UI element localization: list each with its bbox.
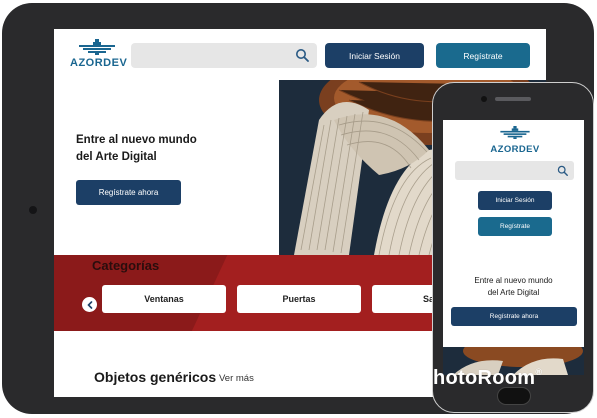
brand-logo[interactable]: AZORDEV <box>70 39 128 69</box>
mobile-hero-title-line1: Entre al nuevo mundo <box>474 276 553 285</box>
phone-speaker <box>495 97 531 101</box>
objects-section-title: Objetos genéricos <box>94 369 217 385</box>
logo-mark-icon <box>500 126 530 139</box>
category-card-windows[interactable]: Ventanas <box>102 285 226 313</box>
mobile-hero-title: Entre al nuevo mundo del Arte Digital <box>453 275 574 299</box>
watermark-text: hotoRoom <box>433 367 536 389</box>
brand-name: AZORDEV <box>70 57 128 69</box>
chevron-left-icon <box>86 300 92 309</box>
search-icon[interactable] <box>295 48 309 62</box>
logo-mark-icon <box>79 39 115 55</box>
site-header: AZORDEV Iniciar Sesión Regístrate <box>54 29 546 80</box>
mobile-brand-logo[interactable]: AZORDEV <box>488 124 542 155</box>
categories-title: Categorías <box>92 258 160 273</box>
registered-mark: ® <box>535 367 543 377</box>
see-more-link[interactable]: Ver más <box>219 373 254 384</box>
tablet-camera <box>29 206 37 214</box>
search-icon[interactable] <box>557 165 568 176</box>
phone-camera <box>481 96 487 102</box>
mobile-search-input[interactable] <box>455 161 574 180</box>
phone-device-frame: AZORDEV Iniciar Sesión Regístrate Entre … <box>432 82 594 413</box>
hero-title-line2: del Arte Digital <box>76 151 157 163</box>
mobile-login-button[interactable]: Iniciar Sesión <box>478 191 552 210</box>
category-card-doors[interactable]: Puertas <box>237 285 361 313</box>
hero-title-line1: Entre al nuevo mundo <box>76 134 197 146</box>
mobile-hero-title-line2: del Arte Digital <box>487 288 540 297</box>
hero-title: Entre al nuevo mundo del Arte Digital <box>76 132 246 166</box>
photoroom-watermark: hotoRoom® <box>433 367 542 390</box>
mobile-register-now-button[interactable]: Regístrate ahora <box>451 307 577 326</box>
mobile-register-button[interactable]: Regístrate <box>478 217 552 236</box>
mobile-brand-name: AZORDEV <box>490 144 540 155</box>
register-button[interactable]: Regístrate <box>436 43 530 68</box>
phone-screen: AZORDEV Iniciar Sesión Regístrate Entre … <box>443 120 584 375</box>
login-button[interactable]: Iniciar Sesión <box>325 43 424 68</box>
search-input[interactable] <box>131 43 317 68</box>
categories-prev-arrow[interactable] <box>82 297 97 312</box>
hero-register-now-button[interactable]: Regístrate ahora <box>76 180 181 205</box>
